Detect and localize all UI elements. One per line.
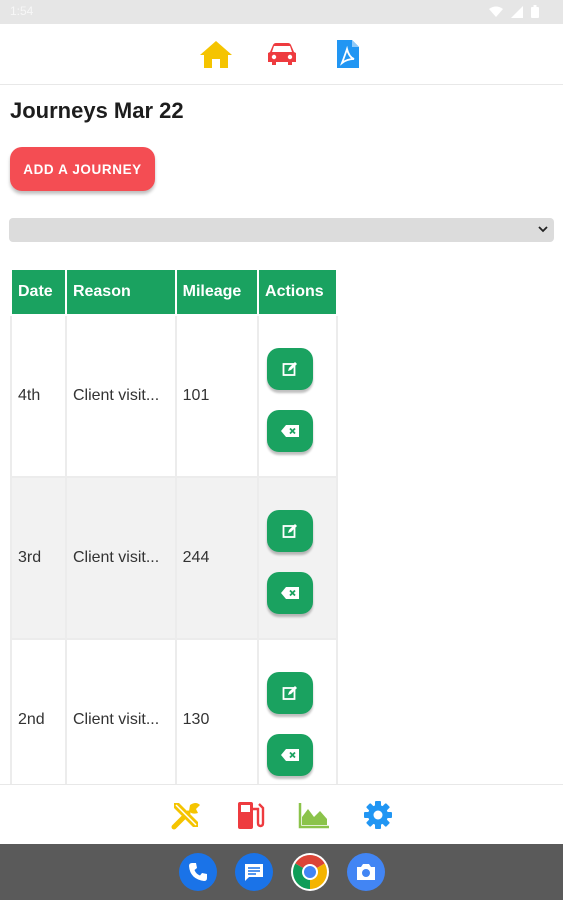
- delete-button[interactable]: [267, 572, 314, 614]
- system-icons: [489, 5, 539, 18]
- delete-icon: [281, 425, 300, 437]
- cell-actions: [257, 476, 338, 640]
- chevron-down-icon: [538, 226, 548, 233]
- month-select[interactable]: [9, 218, 554, 242]
- cell-reason: Client visit...: [64, 476, 177, 640]
- bottom-nav: [0, 784, 563, 845]
- status-time: 1:54: [10, 4, 34, 18]
- header-reason: Reason: [64, 270, 177, 316]
- nav-settings-button[interactable]: [360, 797, 396, 833]
- journeys-table-container: Date Reason Mileage Actions 4th Client v…: [10, 270, 338, 784]
- top-nav: [0, 24, 563, 85]
- cell-reason: Client visit...: [64, 638, 177, 784]
- car-icon: [267, 43, 296, 65]
- delete-button[interactable]: [267, 734, 314, 776]
- table-row: 2nd Client visit... 130: [10, 638, 338, 784]
- pdf-icon: [336, 40, 359, 68]
- header-date: Date: [10, 270, 67, 316]
- cell-date: 2nd: [10, 638, 67, 784]
- delete-icon: [281, 587, 300, 599]
- edit-icon: [282, 686, 298, 700]
- edit-button[interactable]: [267, 672, 314, 714]
- wifi-icon: [489, 6, 503, 17]
- nav-home-button[interactable]: [198, 36, 234, 72]
- chrome-icon: [292, 855, 327, 889]
- cell-date: 4th: [10, 314, 67, 478]
- cell-actions: [257, 638, 338, 784]
- battery-icon: [531, 5, 539, 18]
- table-row: 3rd Client visit... 244: [10, 476, 338, 640]
- signal-icon: [511, 5, 523, 18]
- gear-icon: [363, 801, 392, 829]
- chart-icon: [298, 803, 329, 829]
- journeys-table: Date Reason Mileage Actions 4th Client v…: [10, 270, 338, 784]
- messages-icon: [244, 864, 263, 881]
- home-icon: [199, 41, 232, 68]
- nav-tools-button[interactable]: [168, 797, 204, 833]
- cell-mileage: 244: [174, 476, 260, 640]
- fuel-icon: [237, 802, 264, 829]
- delete-icon: [281, 749, 300, 761]
- table-row: 4th Client visit... 101: [10, 314, 338, 478]
- cell-reason: Client visit...: [64, 314, 177, 478]
- messages-app-button[interactable]: [234, 853, 273, 891]
- table-header-row: Date Reason Mileage Actions: [10, 270, 338, 316]
- phone-icon: [188, 863, 207, 881]
- status-bar: 1:54: [0, 0, 563, 24]
- page-title: Journeys Mar 22: [10, 98, 184, 123]
- nav-pdf-button[interactable]: [330, 36, 366, 72]
- cell-mileage: 101: [174, 314, 260, 478]
- header-actions: Actions: [257, 270, 338, 316]
- nav-fuel-button[interactable]: [232, 797, 268, 833]
- camera-icon: [356, 864, 375, 880]
- android-dock: [0, 844, 563, 900]
- edit-icon: [282, 524, 298, 538]
- chrome-app-button[interactable]: [290, 853, 329, 891]
- edit-button[interactable]: [267, 510, 314, 552]
- nav-chart-button[interactable]: [296, 797, 332, 833]
- cell-mileage: 130: [174, 638, 260, 784]
- tools-icon: [171, 803, 200, 830]
- delete-button[interactable]: [267, 410, 314, 452]
- header-mileage: Mileage: [174, 270, 260, 316]
- cell-actions: [257, 314, 338, 478]
- edit-button[interactable]: [267, 348, 314, 390]
- camera-app-button[interactable]: [346, 853, 385, 891]
- edit-icon: [282, 362, 298, 376]
- nav-car-button[interactable]: [264, 36, 300, 72]
- add-journey-button[interactable]: ADD A JOURNEY: [10, 147, 155, 191]
- cell-date: 3rd: [10, 476, 67, 640]
- phone-app-button[interactable]: [178, 853, 217, 891]
